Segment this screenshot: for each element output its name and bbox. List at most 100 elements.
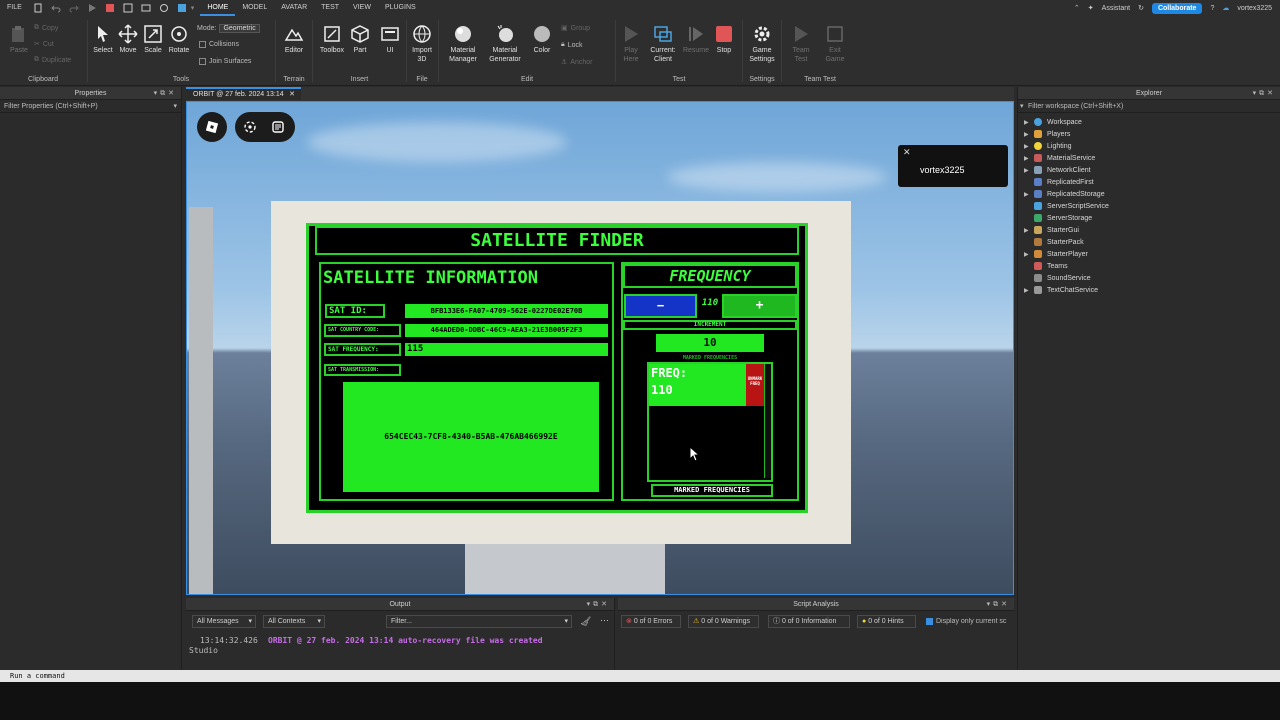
refresh-icon[interactable] <box>159 3 169 13</box>
quick-dropdown-icon[interactable]: ▾ <box>191 4 195 12</box>
terrain-editor-button[interactable]: Editor <box>279 24 309 55</box>
display-current-checkbox[interactable] <box>926 618 933 625</box>
chat-icon[interactable] <box>271 120 285 134</box>
import-3d-button[interactable]: Import 3D <box>407 24 437 64</box>
ui-button[interactable]: UI <box>375 24 405 55</box>
play-quick-icon[interactable] <box>87 3 97 13</box>
tab-avatar[interactable]: AVATAR <box>274 0 314 16</box>
expand-arrow-icon[interactable]: ▶ <box>1024 287 1034 294</box>
join-surfaces-checkbox[interactable] <box>199 58 206 65</box>
expand-arrow-icon[interactable]: ▶ <box>1024 227 1034 234</box>
collisions-checkbox[interactable] <box>199 41 206 48</box>
cut-button[interactable]: ✂ Cut <box>34 40 54 49</box>
tree-item-teams[interactable]: Teams <box>1018 260 1280 272</box>
tab-view[interactable]: VIEW <box>346 0 378 16</box>
chevron-up-icon[interactable]: ⌃ <box>1074 4 1080 12</box>
exit-quick-icon[interactable] <box>123 3 133 13</box>
rotate-button[interactable]: Rotate <box>164 24 194 55</box>
increase-frequency-button[interactable]: + <box>722 294 797 318</box>
help-icon[interactable]: ? <box>1210 5 1214 12</box>
display-current-toggle[interactable]: Display only current sc <box>926 618 1012 625</box>
expand-arrow-icon[interactable]: ▶ <box>1024 119 1034 126</box>
tree-item-serverscriptservice[interactable]: ServerScriptService <box>1018 200 1280 212</box>
increment-input[interactable]: 10 <box>656 334 764 352</box>
expand-arrow-icon[interactable]: ▶ <box>1024 167 1034 174</box>
username[interactable]: vortex3225 <box>1237 5 1272 12</box>
exit-game-button[interactable]: Exit Game <box>820 24 850 64</box>
close-tab-icon[interactable]: ✕ <box>289 89 295 100</box>
marked-frequencies-list[interactable]: FREQ: 110 UNMARK FREQ <box>647 362 773 482</box>
stop-button[interactable]: Stop <box>709 24 739 55</box>
chevron-down-icon[interactable]: ▾ <box>1020 100 1024 113</box>
team-test-button[interactable]: Team Test <box>786 24 816 64</box>
tree-item-materialservice[interactable]: ▶ MaterialService <box>1018 152 1280 164</box>
chevron-down-icon[interactable]: ▾ <box>173 100 177 113</box>
viewport-3d[interactable]: ✕ vortex3225 SATELLITE FINDER SATELLITE … <box>186 101 1014 595</box>
play-here-button[interactable]: Play Here <box>616 24 646 64</box>
roblox-menu-button[interactable] <box>197 112 227 142</box>
explorer-filter[interactable]: ▾ Filter workspace (Ctrl+Shift+X) <box>1018 100 1280 113</box>
document-tab[interactable]: ORBIT @ 27 feb. 2024 13:14 ✕ <box>186 87 301 100</box>
duplicate-button[interactable]: ⧉ Duplicate <box>34 56 71 64</box>
tree-item-replicatedstorage[interactable]: ▶ ReplicatedStorage <box>1018 188 1280 200</box>
expand-arrow-icon[interactable]: ▶ <box>1024 191 1034 198</box>
tree-item-networkclient[interactable]: ▶ NetworkClient <box>1018 164 1280 176</box>
expand-arrow-icon[interactable]: ▶ <box>1024 251 1034 258</box>
lock-button[interactable]: 🔒︎ Lock <box>561 41 583 49</box>
expand-arrow-icon[interactable]: ▶ <box>1024 155 1034 162</box>
toolbox-button[interactable]: Toolbox <box>317 24 347 55</box>
assistant-button[interactable]: Assistant <box>1102 5 1130 12</box>
tab-test[interactable]: TEST <box>314 0 346 16</box>
close-icon[interactable]: ✕ <box>903 147 911 158</box>
group-button[interactable]: ▣ Group <box>561 24 590 33</box>
tree-item-starterpack[interactable]: StarterPack <box>1018 236 1280 248</box>
copy-button[interactable]: ⧉ Copy <box>34 24 58 32</box>
tab-model[interactable]: MODEL <box>235 0 274 16</box>
stop-quick-icon[interactable] <box>105 3 115 13</box>
mode-value[interactable]: Geometric <box>219 24 260 33</box>
current-client-button[interactable]: Current: Client <box>647 24 679 64</box>
tree-item-textchatservice[interactable]: ▶ TextChatService <box>1018 284 1280 296</box>
tree-item-serverstorage[interactable]: ServerStorage <box>1018 212 1280 224</box>
join-surfaces-toggle[interactable]: Join Surfaces <box>199 58 251 65</box>
output-filter-input[interactable]: Filter... ▾ <box>386 615 572 628</box>
panel-controls[interactable]: ▾⧉✕ <box>154 87 177 100</box>
new-file-icon[interactable] <box>33 3 43 13</box>
file-menu[interactable]: FILE <box>0 0 29 16</box>
tree-item-lighting[interactable]: ▶ Lighting <box>1018 140 1280 152</box>
tree-item-players[interactable]: ▶ Players <box>1018 128 1280 140</box>
share-icon[interactable]: ↻ <box>1138 4 1144 12</box>
anchor-button[interactable]: ⚓︎ Anchor <box>561 58 592 67</box>
tree-item-replicatedfirst[interactable]: ReplicatedFirst <box>1018 176 1280 188</box>
color-button[interactable]: Color <box>527 24 557 55</box>
errors-filter[interactable]: ⊗ 0 of 0 Errors <box>621 615 681 628</box>
more-options-icon[interactable]: ⋯ <box>600 615 609 626</box>
paste-button[interactable]: Paste <box>4 24 34 55</box>
material-manager-button[interactable]: Material Manager <box>446 24 480 64</box>
panel-controls[interactable]: ▾⧉✕ <box>1253 87 1276 100</box>
redo-icon[interactable] <box>69 3 79 13</box>
tree-item-soundservice[interactable]: SoundService <box>1018 272 1280 284</box>
tree-item-starterplayer[interactable]: ▶ StarterPlayer <box>1018 248 1280 260</box>
material-generator-button[interactable]: Material Generator <box>487 24 523 64</box>
tree-item-startergui[interactable]: ▶ StarterGui <box>1018 224 1280 236</box>
expand-arrow-icon[interactable]: ▶ <box>1024 143 1034 150</box>
tree-item-workspace[interactable]: ▶ Workspace <box>1018 116 1280 128</box>
undo-icon[interactable] <box>51 3 61 13</box>
panel-controls[interactable]: ▾⧉✕ <box>987 598 1010 611</box>
all-contexts-dropdown[interactable]: All Contexts ▾ <box>263 615 325 628</box>
information-filter[interactable]: ⓘ 0 of 0 Information <box>768 615 850 628</box>
import-quick-icon[interactable] <box>141 3 151 13</box>
grid-icon[interactable] <box>177 3 187 13</box>
resume-button[interactable]: Resume <box>681 24 711 55</box>
game-settings-button[interactable]: Game Settings <box>747 24 777 64</box>
decrease-frequency-button[interactable]: − <box>624 294 697 318</box>
command-bar[interactable]: Run a command <box>0 670 1280 682</box>
mode-dropdown[interactable]: Mode: Geometric <box>197 24 260 33</box>
all-messages-dropdown[interactable]: All Messages ▾ <box>192 615 256 628</box>
part-button[interactable]: Part <box>345 24 375 55</box>
collisions-toggle[interactable]: Collisions <box>199 41 239 48</box>
clear-output-icon[interactable]: 🧹︎ <box>580 616 591 627</box>
expand-arrow-icon[interactable]: ▶ <box>1024 131 1034 138</box>
hints-filter[interactable]: ● 0 of 0 Hints <box>857 615 916 628</box>
